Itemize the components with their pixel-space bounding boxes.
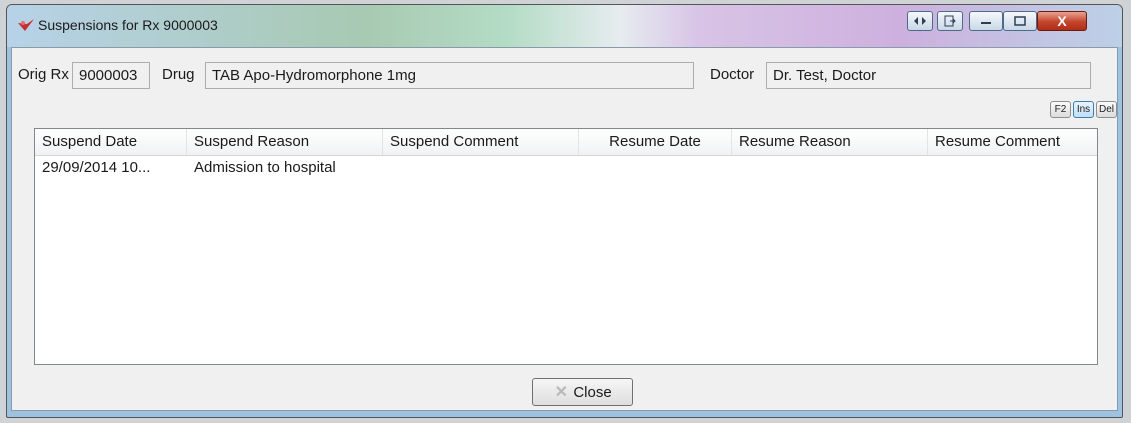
close-button-label: Close bbox=[573, 383, 612, 401]
export-icon[interactable] bbox=[937, 11, 963, 31]
cell-suspend-reason: Admission to hospital bbox=[194, 159, 336, 176]
column-header-resume-comment[interactable]: Resume Comment bbox=[928, 129, 1097, 155]
doctor-field[interactable]: Dr. Test, Doctor bbox=[766, 62, 1091, 89]
maximize-icon[interactable] bbox=[1003, 11, 1037, 31]
cell-suspend-comment bbox=[383, 156, 579, 180]
doctor-label: Doctor bbox=[710, 66, 755, 83]
drug-label: Drug bbox=[162, 66, 195, 83]
close-x-icon: ✕ bbox=[554, 384, 569, 401]
insert-button[interactable]: Ins bbox=[1073, 101, 1094, 118]
suspensions-table[interactable]: Suspend Date Suspend Reason Suspend Comm… bbox=[34, 128, 1098, 365]
cell-resume-reason bbox=[732, 156, 928, 180]
f2-button[interactable]: F2 bbox=[1050, 101, 1071, 118]
orig-rx-label: Orig Rx bbox=[18, 66, 69, 83]
resize-arrows-icon[interactable] bbox=[907, 11, 933, 31]
close-icon[interactable]: X bbox=[1037, 11, 1087, 31]
app-icon bbox=[17, 18, 35, 32]
dialog-body: Orig Rx 9000003 Drug TAB Apo-Hydromorpho… bbox=[11, 47, 1118, 411]
close-button[interactable]: ✕ Close bbox=[532, 378, 633, 406]
window-title: Suspensions for Rx 9000003 bbox=[38, 17, 218, 33]
minimize-icon[interactable] bbox=[969, 11, 1003, 31]
column-header-resume-date[interactable]: Resume Date bbox=[579, 129, 732, 155]
cell-resume-comment bbox=[928, 156, 1097, 180]
close-glyph: X bbox=[1057, 13, 1067, 29]
column-header-resume-reason[interactable]: Resume Reason bbox=[732, 129, 928, 155]
cell-resume-date bbox=[579, 156, 732, 180]
column-header-suspend-date[interactable]: Suspend Date bbox=[35, 129, 187, 155]
delete-button[interactable]: Del bbox=[1096, 101, 1117, 118]
drug-field[interactable]: TAB Apo-Hydromorphone 1mg bbox=[205, 62, 694, 89]
suspensions-window: Suspensions for Rx 9000003 X Orig Rx 900… bbox=[6, 4, 1123, 418]
title-bar[interactable]: Suspensions for Rx 9000003 X bbox=[7, 5, 1122, 47]
orig-rx-field[interactable]: 9000003 bbox=[72, 62, 150, 89]
column-header-suspend-reason[interactable]: Suspend Reason bbox=[187, 129, 383, 155]
table-header: Suspend Date Suspend Reason Suspend Comm… bbox=[35, 129, 1097, 156]
column-header-suspend-comment[interactable]: Suspend Comment bbox=[383, 129, 579, 155]
cell-suspend-date: 29/09/2014 10... bbox=[42, 159, 151, 176]
